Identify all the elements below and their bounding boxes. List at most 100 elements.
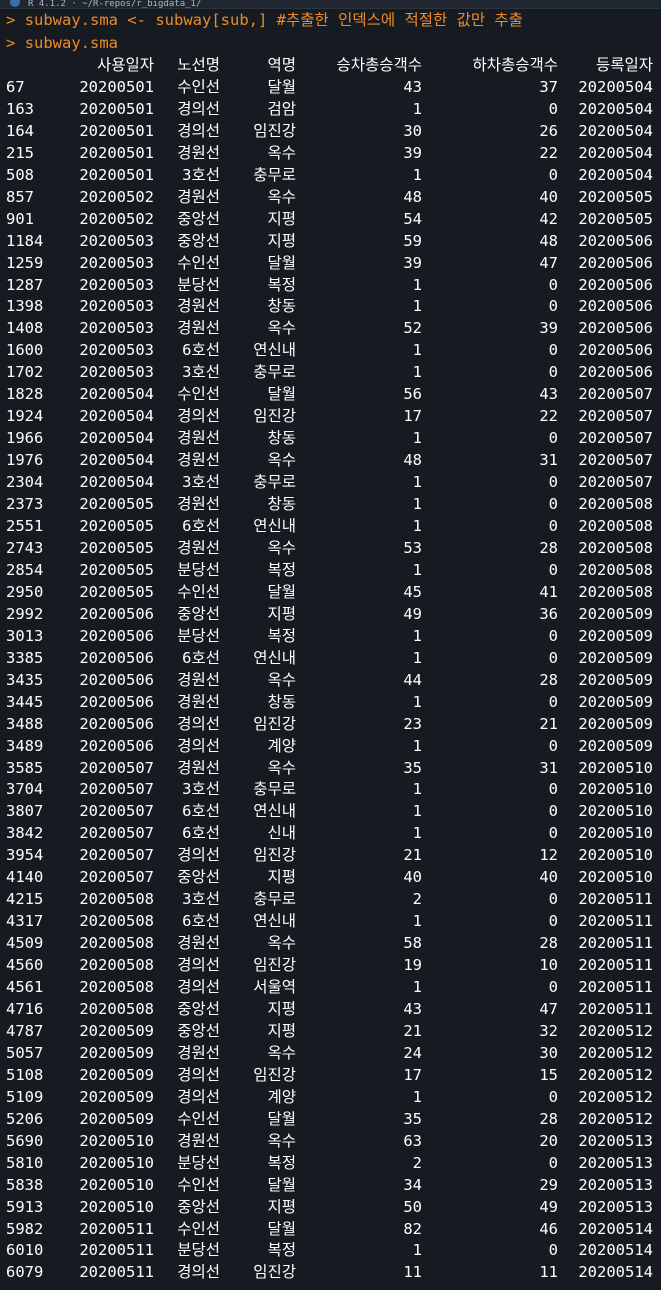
alighting-cell: 0 — [548, 648, 558, 667]
boarding-cell: 48 — [403, 187, 422, 206]
boarding-cell: 1 — [412, 429, 422, 448]
boarding-cell: 1 — [412, 626, 422, 645]
alighting-cell: 41 — [539, 582, 558, 601]
line-cell: 수인선 — [177, 582, 220, 601]
boarding-cell: 39 — [403, 143, 422, 162]
table-row: 3842 20200507 6호선 신내 1 0 20200510 — [6, 823, 653, 845]
date-cell: 20200510 — [79, 1197, 154, 1216]
register-date-cell: 20200504 — [578, 121, 653, 140]
date-cell: 20200508 — [79, 999, 154, 1018]
row-index: 5108 — [6, 1065, 44, 1084]
alighting-cell: 0 — [548, 99, 558, 118]
boarding-cell: 1 — [412, 341, 422, 360]
station-cell: 임진강 — [253, 846, 296, 865]
row-index: 3445 — [6, 692, 44, 711]
table-row: 5690 20200510 경원선 옥수 63 20 20200513 — [6, 1131, 653, 1153]
date-cell: 20200509 — [79, 1087, 154, 1106]
output-header-row: 사용일자 노선명 역명 승차총승객수 하차총승객수 등록일자 — [6, 55, 653, 77]
table-row: 1924 20200504 경의선 임진강 17 22 20200507 — [6, 406, 653, 428]
date-cell: 20200501 — [79, 77, 154, 96]
row-index: 6079 — [6, 1263, 44, 1282]
register-date-cell: 20200512 — [578, 1021, 653, 1040]
date-cell: 20200511 — [79, 1241, 154, 1260]
alighting-cell: 0 — [548, 165, 558, 184]
row-index: 1408 — [6, 319, 44, 338]
line-cell: 수인선 — [177, 1219, 220, 1238]
register-date-cell: 20200510 — [578, 868, 653, 887]
table-row: 5810 20200510 분당선 복정 2 0 20200513 — [6, 1153, 653, 1175]
row-index: 4560 — [6, 956, 44, 975]
row-index: 1184 — [6, 231, 44, 250]
row-index: 2373 — [6, 495, 44, 514]
date-cell: 20200505 — [79, 495, 154, 514]
station-cell: 옥수 — [267, 187, 296, 206]
alighting-cell: 47 — [539, 253, 558, 272]
station-cell: 신내 — [267, 824, 296, 843]
alighting-cell: 0 — [548, 912, 558, 931]
station-cell: 지평 — [267, 209, 296, 228]
date-cell: 20200507 — [79, 780, 154, 799]
register-date-cell: 20200506 — [578, 253, 653, 272]
table-row: 3585 20200507 경원선 옥수 35 31 20200510 — [6, 758, 653, 780]
table-row: 2304 20200504 3호선 충무로 1 0 20200507 — [6, 472, 653, 494]
register-date-cell: 20200509 — [578, 670, 653, 689]
row-index: 3385 — [6, 648, 44, 667]
alighting-cell: 0 — [548, 275, 558, 294]
date-cell: 20200505 — [79, 538, 154, 557]
date-cell: 20200505 — [79, 517, 154, 536]
station-cell: 옥수 — [267, 934, 296, 953]
line-cell: 경원선 — [177, 1043, 220, 1062]
alighting-cell: 37 — [539, 77, 558, 96]
r-console[interactable]: > subway.sma <- subway[sub,] #추출한 인덱스에 적… — [0, 9, 661, 1284]
register-date-cell: 20200513 — [578, 1153, 653, 1172]
line-cell: 6호선 — [182, 912, 220, 931]
boarding-cell: 21 — [403, 1021, 422, 1040]
console-command: subway.sma <- subway[sub,] #추출한 인덱스에 적절한… — [24, 11, 523, 29]
row-index: 5109 — [6, 1087, 44, 1106]
date-cell: 20200502 — [79, 209, 154, 228]
station-cell: 복정 — [267, 626, 296, 645]
row-index: 3954 — [6, 846, 44, 865]
register-date-cell: 20200514 — [578, 1263, 653, 1282]
row-index: 3488 — [6, 714, 44, 733]
boarding-cell: 63 — [403, 1131, 422, 1150]
table-row: 3488 20200506 경의선 임진강 23 21 20200509 — [6, 714, 653, 736]
alighting-cell: 49 — [539, 1197, 558, 1216]
alighting-cell: 15 — [539, 1065, 558, 1084]
row-index: 163 — [6, 99, 34, 118]
row-index: 2950 — [6, 582, 44, 601]
row-index: 1924 — [6, 407, 44, 426]
register-date-cell: 20200508 — [578, 560, 653, 579]
line-cell: 중앙선 — [177, 1021, 220, 1040]
row-index: 2304 — [6, 473, 44, 492]
alighting-cell: 0 — [548, 802, 558, 821]
column-header: 등록일자 — [595, 56, 653, 74]
alighting-cell: 39 — [539, 319, 558, 338]
boarding-cell: 1 — [412, 824, 422, 843]
boarding-cell: 2 — [412, 890, 422, 909]
row-index: 2743 — [6, 538, 44, 557]
alighting-cell: 28 — [539, 538, 558, 557]
date-cell: 20200501 — [79, 165, 154, 184]
alighting-cell: 48 — [539, 231, 558, 250]
line-cell: 6호선 — [182, 517, 220, 536]
register-date-cell: 20200506 — [578, 363, 653, 382]
boarding-cell: 30 — [403, 121, 422, 140]
date-cell: 20200508 — [79, 934, 154, 953]
station-cell: 복정 — [267, 1241, 296, 1260]
console-title: R 4.1.2 · ~/R-repos/r_bigdata_1/ — [28, 0, 202, 9]
line-cell: 경원선 — [177, 187, 220, 206]
date-cell: 20200501 — [79, 99, 154, 118]
row-index: 901 — [6, 209, 34, 228]
row-index: 4716 — [6, 999, 44, 1018]
line-cell: 3호선 — [182, 780, 220, 799]
register-date-cell: 20200508 — [578, 517, 653, 536]
register-date-cell: 20200504 — [578, 77, 653, 96]
alighting-cell: 0 — [548, 495, 558, 514]
date-cell: 20200503 — [79, 363, 154, 382]
row-index: 4215 — [6, 890, 44, 909]
register-date-cell: 20200512 — [578, 1109, 653, 1128]
row-index: 1287 — [6, 275, 44, 294]
register-date-cell: 20200511 — [578, 912, 653, 931]
station-cell: 지평 — [267, 999, 296, 1018]
